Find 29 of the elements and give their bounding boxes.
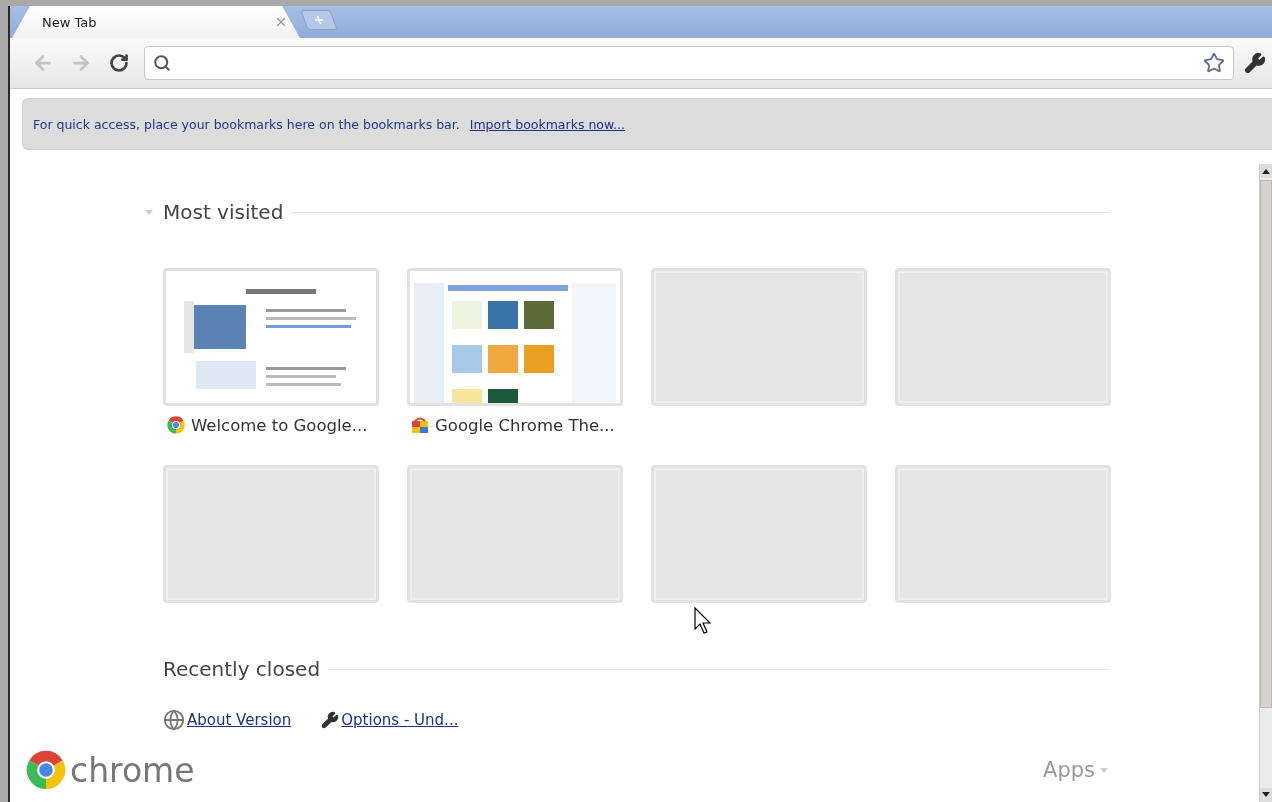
- browser-tab[interactable]: New Tab: [12, 6, 300, 38]
- search-icon: [153, 54, 171, 72]
- scroll-up-icon[interactable]: [1262, 168, 1270, 174]
- site-title[interactable]: Google Chrome The...: [435, 415, 615, 435]
- globe-icon: [163, 709, 185, 731]
- scroll-down-icon[interactable]: [1262, 792, 1270, 798]
- address-field[interactable]: [144, 46, 1234, 80]
- cursor-icon: [694, 607, 712, 635]
- site-title[interactable]: Welcome to Google...: [191, 415, 368, 435]
- reload-icon: [109, 53, 129, 73]
- closed-page-link[interactable]: About Version: [187, 711, 292, 729]
- store-icon: [411, 416, 429, 434]
- import-bookmarks-link[interactable]: Import bookmarks now...: [469, 116, 625, 132]
- star-icon[interactable]: [1203, 52, 1225, 74]
- chrome-icon: [167, 416, 185, 434]
- bookmarks-message: For quick access, place your bookmarks here on the bookmarks bar.: [33, 116, 460, 132]
- chrome-logo-icon: [26, 750, 66, 790]
- new-tab-button[interactable]: [300, 10, 338, 30]
- section-title: Most visited: [163, 200, 284, 224]
- closed-page-link[interactable]: Options - Und...: [341, 711, 459, 729]
- logo-text: chrome: [70, 750, 195, 790]
- section-title: Recently closed: [163, 657, 321, 681]
- close-icon[interactable]: [274, 15, 288, 29]
- scrollbar[interactable]: [1259, 164, 1272, 802]
- wrench-icon[interactable]: [1244, 52, 1266, 74]
- wrench-icon: [321, 711, 340, 729]
- caret-icon: [1099, 766, 1109, 774]
- tab-title: New Tab: [42, 14, 97, 30]
- forward-arrow-icon: [70, 52, 92, 74]
